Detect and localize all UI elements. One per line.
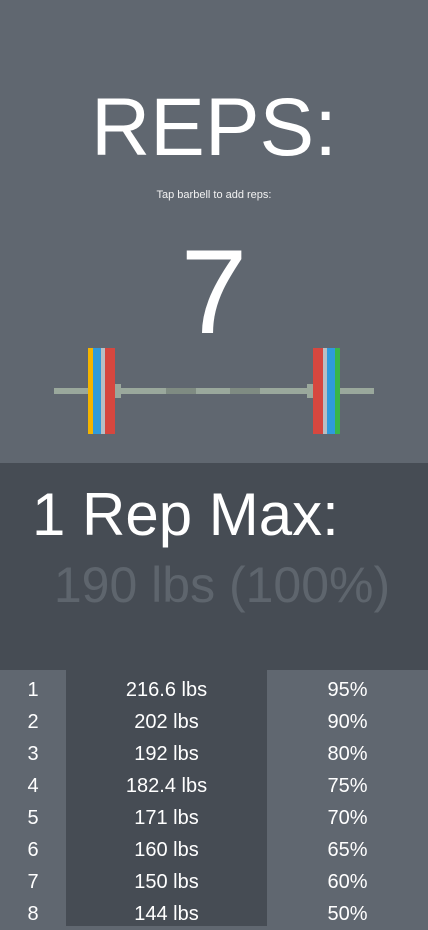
rep-percent: 70% — [327, 807, 368, 829]
rep-number: 7 — [27, 871, 39, 893]
rep-percent: 80% — [327, 743, 368, 765]
one-rep-max-label: 1 Rep Max: — [32, 481, 339, 548]
rep-count: 7 — [180, 225, 248, 359]
rep-weight: 171 lbs — [134, 807, 199, 829]
rep-number: 1 — [27, 679, 39, 701]
rep-percent: 95% — [327, 679, 368, 701]
plate-left-yellow — [88, 348, 93, 434]
table-row: 8 144 lbs 50% — [0, 898, 428, 930]
rep-table: 1 216.6 lbs 95% 2 202 lbs 90% 3 192 lbs … — [0, 674, 428, 930]
table-row: 5 171 lbs 70% — [0, 802, 428, 834]
table-row: 7 150 lbs 60% — [0, 866, 428, 898]
rep-weight: 202 lbs — [134, 711, 199, 733]
plate-left-blue — [93, 348, 101, 434]
rep-weight: 192 lbs — [134, 743, 199, 765]
rep-number: 4 — [27, 775, 39, 797]
rep-weight: 216.6 lbs — [125, 679, 208, 701]
rep-percent: 65% — [327, 839, 368, 861]
instruction-text: Tap barbell to add reps: — [156, 189, 272, 201]
plate-left-gray — [101, 348, 105, 434]
rep-weight: 150 lbs — [134, 871, 199, 893]
barbell-icon[interactable] — [54, 348, 374, 434]
table-row: 2 202 lbs 90% — [0, 706, 428, 738]
plate-right-blue — [327, 348, 335, 434]
table-row: 6 160 lbs 65% — [0, 834, 428, 866]
rep-weight: 160 lbs — [134, 839, 199, 861]
plate-right-green — [335, 348, 340, 434]
barbell-grip-left — [166, 388, 196, 394]
rep-weight: 182.4 lbs — [125, 775, 208, 797]
rep-percent: 60% — [327, 871, 368, 893]
rep-percent: 50% — [327, 903, 368, 925]
plate-right-gray — [323, 348, 327, 434]
rep-weight: 144 lbs — [134, 903, 199, 925]
plate-left-red — [105, 348, 115, 434]
rep-number: 3 — [27, 743, 39, 765]
rep-number: 2 — [27, 711, 39, 733]
rep-percent: 75% — [327, 775, 368, 797]
one-rep-max-value: 190 lbs (100%) — [53, 557, 391, 613]
table-row: 1 216.6 lbs 95% — [0, 674, 428, 706]
plate-right-red — [313, 348, 323, 434]
barbell-grip-right — [230, 388, 260, 394]
barbell-collar-right — [307, 384, 314, 398]
reps-title: REPS: — [90, 82, 338, 173]
rep-number: 8 — [27, 903, 39, 925]
rep-number: 6 — [27, 839, 39, 861]
rep-number: 5 — [27, 807, 39, 829]
table-row: 4 182.4 lbs 75% — [0, 770, 428, 802]
table-row: 3 192 lbs 80% — [0, 738, 428, 770]
barbell-collar-left — [114, 384, 121, 398]
rep-percent: 90% — [327, 711, 368, 733]
